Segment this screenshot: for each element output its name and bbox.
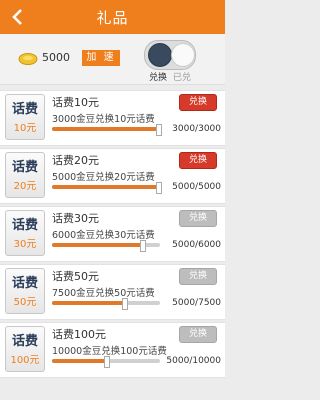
- toggle-label-redeem: 兑换: [149, 73, 168, 83]
- redeem-toggle[interactable]: [144, 40, 196, 70]
- progress-text: 3000/3000: [172, 124, 221, 134]
- badge-amount: 50元: [13, 297, 37, 308]
- progress-bar: [52, 182, 162, 194]
- progress-handle: [139, 240, 146, 252]
- badge-amount: 100元: [10, 355, 40, 366]
- progress-fill: [52, 243, 142, 247]
- toggle-knob-redeemed[interactable]: [171, 43, 195, 67]
- balance-bar: 5000 加 速 兑换 已兑: [0, 34, 225, 85]
- gift-description: 3000金豆兑换10元话费: [52, 114, 155, 125]
- back-button[interactable]: [6, 5, 28, 29]
- gift-name: 话费100元: [52, 328, 106, 341]
- phone-credit-badge: 话费 50元: [5, 268, 45, 314]
- progress-bar: [52, 356, 160, 368]
- redeem-button[interactable]: 兑换: [179, 268, 217, 285]
- balance-value: 5000: [42, 51, 70, 64]
- progress-text: 5000/5000: [172, 182, 221, 192]
- progress-fill: [52, 359, 106, 363]
- gift-description: 10000金豆兑换100元话费: [52, 346, 167, 357]
- phone-credit-badge: 话费 20元: [5, 152, 45, 198]
- gift-card: 话费 100元 话费100元 10000金豆兑换100元话费 5000/10000 兑换: [0, 322, 225, 378]
- gift-name: 话费30元: [52, 212, 99, 225]
- redeem-button[interactable]: 兑换: [179, 152, 217, 169]
- gift-name: 话费20元: [52, 154, 99, 167]
- badge-amount: 10元: [13, 123, 37, 134]
- gift-description: 6000金豆兑换30元话费: [52, 230, 155, 241]
- progress-bar: [52, 124, 162, 136]
- phone-credit-badge: 话费 30元: [5, 210, 45, 256]
- back-arrow-icon: [12, 9, 22, 25]
- redeem-button[interactable]: 兑换: [179, 326, 217, 343]
- progress-handle: [156, 124, 162, 136]
- header-bar: 礼品: [0, 0, 225, 34]
- gift-description: 7500金豆兑换50元话费: [52, 288, 155, 299]
- badge-title: 话费: [11, 218, 38, 233]
- gift-card: 话费 10元 话费10元 3000金豆兑换10元话费 3000/3000 兑换: [0, 90, 225, 146]
- badge-title: 话费: [11, 276, 38, 291]
- progress-fill: [52, 301, 125, 305]
- progress-handle: [104, 356, 110, 368]
- toggle-knob-redeem[interactable]: [148, 43, 172, 67]
- gift-card: 话费 20元 话费20元 5000金豆兑换20元话费 5000/5000 兑换: [0, 148, 225, 204]
- phone-credit-badge: 话费 10元: [5, 94, 45, 140]
- gift-card: 话费 30元 话费30元 6000金豆兑换30元话费 5000/6000 兑换: [0, 206, 225, 262]
- badge-amount: 20元: [13, 181, 37, 192]
- badge-amount: 30元: [13, 239, 37, 250]
- badge-title: 话费: [11, 102, 38, 117]
- gift-card: 话费 50元 话费50元 7500金豆兑换50元话费 5000/7500 兑换: [0, 264, 225, 320]
- progress-fill: [52, 127, 160, 131]
- progress-bar: [52, 298, 160, 310]
- phone-credit-badge: 话费 100元: [5, 326, 45, 372]
- progress-text: 5000/7500: [172, 298, 221, 308]
- progress-bar: [52, 240, 160, 252]
- redeem-button[interactable]: 兑换: [179, 210, 217, 227]
- progress-fill: [52, 185, 160, 189]
- gift-description: 5000金豆兑换20元话费: [52, 172, 155, 183]
- speed-up-button[interactable]: 加 速: [82, 50, 120, 66]
- badge-title: 话费: [11, 334, 38, 349]
- toggle-label-redeemed: 已兑: [173, 73, 192, 83]
- gift-name: 话费50元: [52, 270, 99, 283]
- progress-text: 5000/10000: [166, 356, 221, 366]
- redeem-button[interactable]: 兑换: [179, 94, 217, 111]
- page-title: 礼品: [96, 8, 129, 27]
- progress-handle: [156, 182, 162, 194]
- badge-title: 话费: [11, 160, 38, 175]
- gift-name: 话费10元: [52, 96, 99, 109]
- progress-handle: [122, 298, 129, 310]
- gold-bean-icon: [18, 53, 38, 65]
- progress-text: 5000/6000: [172, 240, 221, 250]
